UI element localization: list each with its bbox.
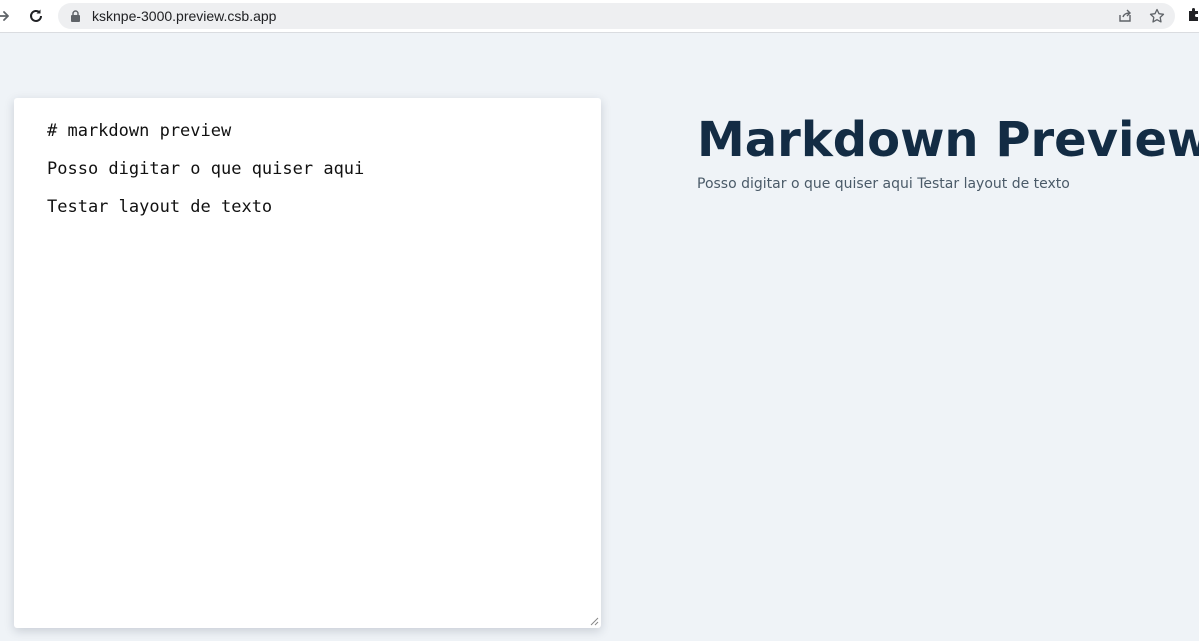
puzzle-icon[interactable] <box>1187 7 1199 23</box>
address-bar[interactable]: ksknpe-3000.preview.csb.app <box>58 3 1175 29</box>
markdown-editor[interactable]: # markdown preview Posso digitar o que q… <box>14 98 601 628</box>
reload-icon[interactable] <box>24 4 48 28</box>
editor-line[interactable]: Posso digitar o que quiser aqui <box>47 160 568 179</box>
preview-title: Markdown Preview <box>697 112 1199 168</box>
lock-icon[interactable] <box>70 10 81 22</box>
editor-textarea[interactable]: # markdown preview Posso digitar o que q… <box>14 98 601 628</box>
forward-arrow-icon[interactable] <box>0 4 16 28</box>
preview-paragraph: Posso digitar o que quiser aqui Testar l… <box>697 176 1070 192</box>
markdown-preview: Markdown Preview Posso digitar o que qui… <box>697 108 1199 192</box>
browser-toolbar: ksknpe-3000.preview.csb.app <box>0 0 1199 33</box>
editor-line[interactable]: Testar layout de texto <box>47 198 568 217</box>
star-icon[interactable] <box>1148 7 1166 25</box>
share-icon[interactable] <box>1116 7 1134 25</box>
resize-handle-icon[interactable] <box>589 616 599 626</box>
url-text[interactable]: ksknpe-3000.preview.csb.app <box>92 7 276 25</box>
editor-line[interactable]: # markdown preview <box>47 122 568 141</box>
